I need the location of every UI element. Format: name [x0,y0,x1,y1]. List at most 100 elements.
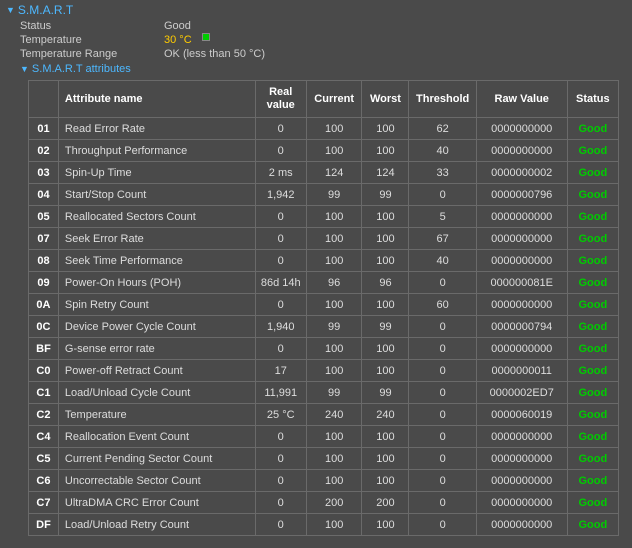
cell-status: Good [567,338,618,360]
header-real: Real value [255,81,306,118]
temperature-row: Temperature 30 °C [20,33,626,47]
cell-current: 100 [306,514,362,536]
table-row[interactable]: C5Current Pending Sector Count0100100000… [29,448,619,470]
cell-status: Good [567,404,618,426]
table-row[interactable]: C7UltraDMA CRC Error Count02002000000000… [29,492,619,514]
cell-name: Device Power Cycle Count [58,316,255,338]
status-label: Status [20,19,160,33]
cell-status: Good [567,360,618,382]
cell-raw: 0000000000 [476,140,567,162]
cell-current: 99 [306,184,362,206]
cell-real: 1,940 [255,316,306,338]
cell-current: 99 [306,316,362,338]
table-row[interactable]: 01Read Error Rate0100100620000000000Good [29,118,619,140]
collapse-arrow-icon: ▼ [6,5,15,15]
table-row[interactable]: C1Load/Unload Cycle Count11,991999900000… [29,382,619,404]
cell-threshold: 0 [409,470,476,492]
table-row[interactable]: 03Spin-Up Time2 ms124124330000000002Good [29,162,619,184]
cell-raw: 0000000000 [476,514,567,536]
cell-worst: 240 [362,404,409,426]
cell-name: Seek Error Rate [58,228,255,250]
cell-status: Good [567,316,618,338]
header-id [29,81,59,118]
cell-status: Good [567,470,618,492]
table-row[interactable]: C6Uncorrectable Sector Count010010000000… [29,470,619,492]
cell-status: Good [567,140,618,162]
header-status: Status [567,81,618,118]
cell-status: Good [567,162,618,184]
table-row[interactable]: 04Start/Stop Count1,942999900000000796Go… [29,184,619,206]
section-title-text: S.M.A.R.T [18,3,73,17]
cell-id: 0A [29,294,59,316]
cell-current: 99 [306,382,362,404]
cell-worst: 100 [362,118,409,140]
smart-attributes-header[interactable]: ▼ S.M.A.R.T attributes [20,63,626,75]
cell-threshold: 40 [409,250,476,272]
cell-raw: 0000000000 [476,118,567,140]
cell-real: 0 [255,294,306,316]
temperature-indicator-icon [202,33,210,41]
cell-name: Reallocation Event Count [58,426,255,448]
cell-threshold: 0 [409,272,476,294]
cell-threshold: 0 [409,316,476,338]
cell-real: 0 [255,228,306,250]
table-row[interactable]: 02Throughput Performance0100100400000000… [29,140,619,162]
cell-status: Good [567,272,618,294]
smart-section-header[interactable]: ▼ S.M.A.R.T [6,3,626,17]
cell-worst: 100 [362,514,409,536]
cell-status: Good [567,294,618,316]
cell-real: 0 [255,492,306,514]
cell-name: Power-On Hours (POH) [58,272,255,294]
cell-current: 96 [306,272,362,294]
cell-worst: 124 [362,162,409,184]
cell-current: 100 [306,470,362,492]
status-row: Status Good [20,19,626,33]
cell-current: 240 [306,404,362,426]
table-row[interactable]: 09Power-On Hours (POH)86d 14h96960000000… [29,272,619,294]
cell-raw: 0000000794 [476,316,567,338]
cell-worst: 100 [362,250,409,272]
table-row[interactable]: C4Reallocation Event Count01001000000000… [29,426,619,448]
cell-real: 86d 14h [255,272,306,294]
cell-status: Good [567,206,618,228]
cell-worst: 100 [362,338,409,360]
cell-status: Good [567,492,618,514]
table-row[interactable]: 0CDevice Power Cycle Count1,940999900000… [29,316,619,338]
table-row[interactable]: C2Temperature25 °C24024000000060019Good [29,404,619,426]
cell-id: 05 [29,206,59,228]
table-row[interactable]: 08Seek Time Performance01001004000000000… [29,250,619,272]
cell-threshold: 5 [409,206,476,228]
cell-threshold: 0 [409,426,476,448]
cell-threshold: 0 [409,338,476,360]
table-row[interactable]: BFG-sense error rate010010000000000000Go… [29,338,619,360]
cell-raw: 0000002ED7 [476,382,567,404]
cell-raw: 0000000000 [476,492,567,514]
cell-worst: 100 [362,470,409,492]
cell-threshold: 40 [409,140,476,162]
cell-real: 0 [255,426,306,448]
cell-real: 1,942 [255,184,306,206]
table-row[interactable]: 0ASpin Retry Count0100100600000000000Goo… [29,294,619,316]
cell-status: Good [567,448,618,470]
cell-real: 25 °C [255,404,306,426]
cell-worst: 200 [362,492,409,514]
cell-id: DF [29,514,59,536]
cell-raw: 0000000796 [476,184,567,206]
range-value: OK (less than 50 °C) [164,47,265,61]
cell-current: 100 [306,206,362,228]
cell-current: 100 [306,140,362,162]
cell-current: 100 [306,294,362,316]
cell-id: 08 [29,250,59,272]
cell-id: C1 [29,382,59,404]
cell-current: 100 [306,228,362,250]
cell-id: 09 [29,272,59,294]
cell-id: C4 [29,426,59,448]
table-row[interactable]: 05Reallocated Sectors Count0100100500000… [29,206,619,228]
cell-raw: 0000000000 [476,448,567,470]
cell-raw: 0000000002 [476,162,567,184]
table-row[interactable]: DFLoad/Unload Retry Count010010000000000… [29,514,619,536]
table-row[interactable]: C0Power-off Retract Count171001000000000… [29,360,619,382]
table-row[interactable]: 07Seek Error Rate0100100670000000000Good [29,228,619,250]
cell-real: 0 [255,118,306,140]
cell-status: Good [567,426,618,448]
